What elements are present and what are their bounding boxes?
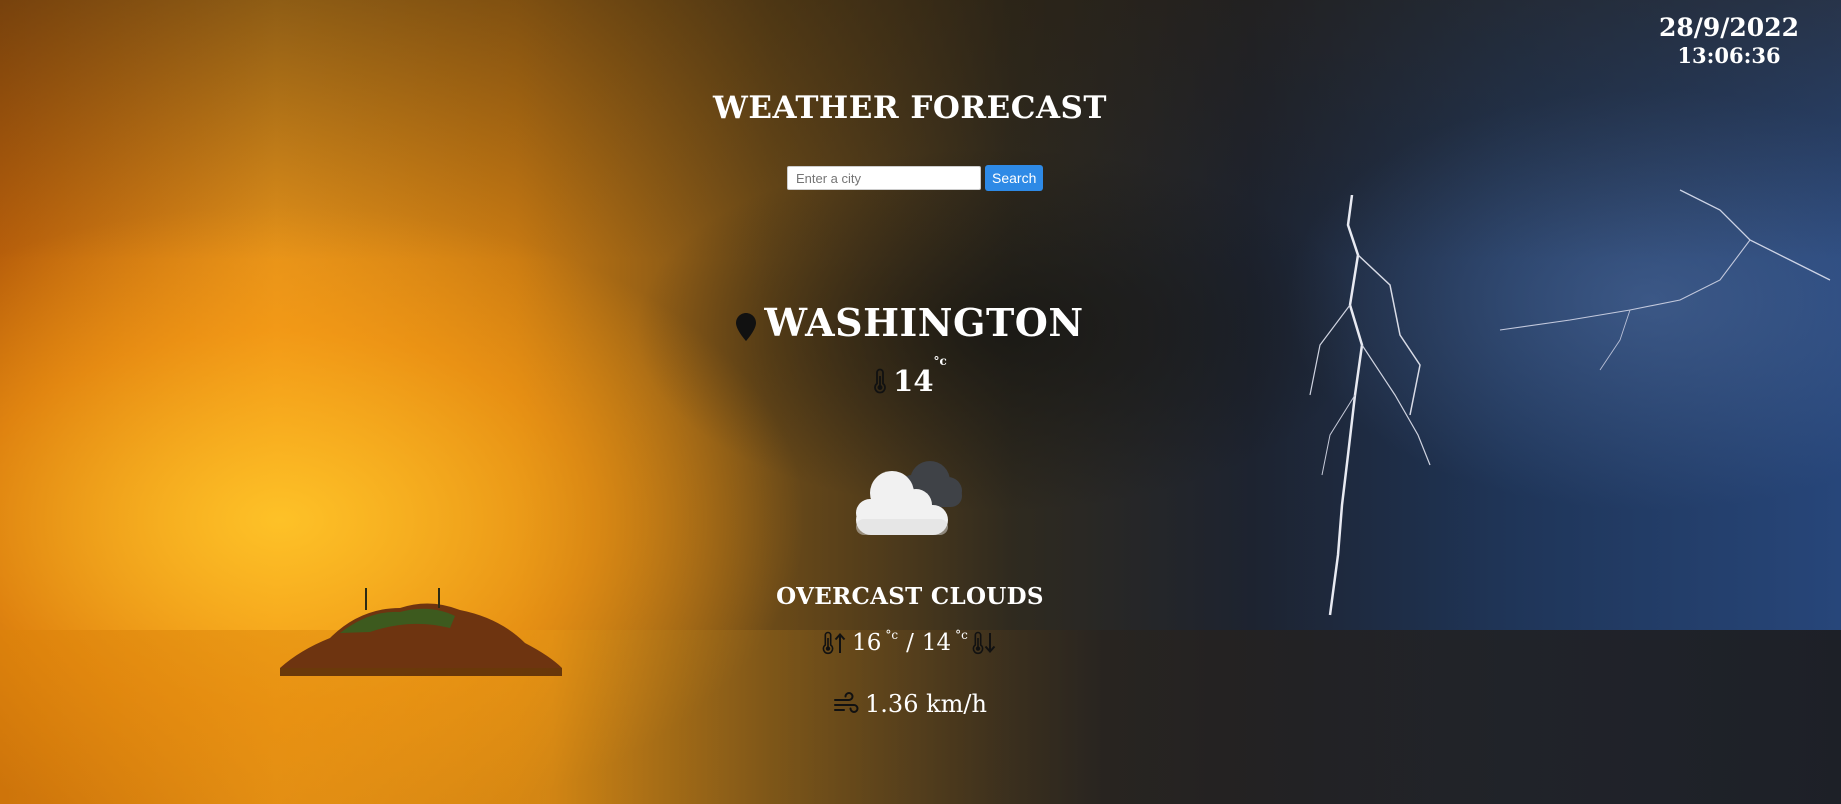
city-name: WASHINGTON <box>764 300 1084 345</box>
current-time: 13:06:36 <box>1677 43 1781 68</box>
city-heading: WASHINGTON <box>0 300 1820 345</box>
thermometer-down-icon <box>972 631 996 655</box>
page-title: WEATHER FORECAST <box>713 90 1107 126</box>
max-temperature: 16 <box>852 630 882 656</box>
wind-icon <box>834 692 859 713</box>
current-temperature: 14°c <box>0 354 1820 398</box>
max-temperature-unit: °c <box>885 628 899 642</box>
wind-speed-value: 1.36 km/h <box>865 690 987 718</box>
weather-description: OVERCAST CLOUDS <box>776 583 1044 610</box>
temperature-value: 14 <box>893 364 934 398</box>
overcast-clouds-icon <box>856 461 962 535</box>
city-search-input[interactable] <box>787 166 981 190</box>
temperature-range: 16 °c / 14 °c <box>0 628 1820 656</box>
date-time-display: 28/9/2022 13:06:36 <box>1659 14 1799 70</box>
temperature-unit: °c <box>933 354 947 368</box>
temperature-separator: / <box>906 630 914 656</box>
map-pin-icon <box>736 312 757 341</box>
min-temperature: 14 <box>921 630 952 656</box>
thermometer-up-icon <box>822 631 846 655</box>
thermometer-icon <box>874 368 887 394</box>
lightning-bolt-image <box>1309 195 1431 616</box>
wind-speed: 1.36 km/h <box>0 690 1820 718</box>
search-button[interactable]: Search <box>985 165 1044 191</box>
search-bar: Search <box>787 165 1044 191</box>
min-temperature-unit: °c <box>955 628 968 642</box>
current-date: 28/9/2022 <box>1658 13 1799 42</box>
